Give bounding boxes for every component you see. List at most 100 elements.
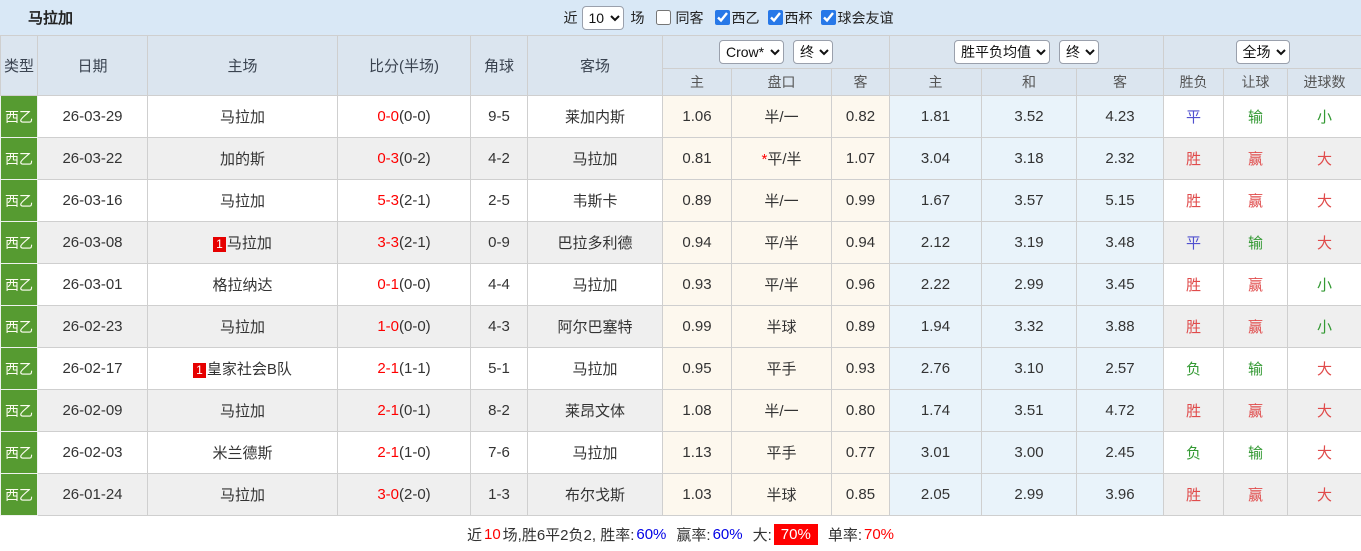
- avg-loss-cell: 4.72: [1075, 389, 1165, 432]
- corner-cell: 4-2: [470, 137, 528, 180]
- away-team-name[interactable]: 马拉加: [572, 445, 617, 462]
- away-team-cell: 布尔戈斯: [527, 473, 663, 516]
- avg-type-select[interactable]: 胜平负均值: [954, 40, 1050, 64]
- table-row: 西乙 26-02-23 马拉加 1-0(0-0) 4-3 阿尔巴塞特 0.99 …: [0, 305, 1361, 348]
- goals-cell: 小: [1287, 305, 1361, 348]
- sub-header-result: 胜负: [1163, 68, 1225, 96]
- home-team-name[interactable]: 马拉加: [220, 319, 265, 336]
- score-cell: 0-3(0-2): [337, 137, 471, 180]
- avg-win-cell: 2.76: [889, 347, 982, 390]
- sub-header-handicap: 盘口: [731, 68, 832, 96]
- league-type-cell: 西乙: [0, 347, 38, 390]
- handicap-cell: 平手: [731, 431, 832, 474]
- handicap-result-cell: 赢: [1223, 473, 1289, 516]
- avg-loss-cell: 3.48: [1075, 221, 1165, 264]
- home-team-name[interactable]: 马拉加: [220, 193, 265, 210]
- away-team-name[interactable]: 马拉加: [572, 361, 617, 378]
- corner-cell: 2-5: [470, 179, 528, 222]
- period-select[interactable]: 全场: [1235, 40, 1290, 64]
- away-team-name[interactable]: 马拉加: [572, 277, 617, 294]
- home-team-name[interactable]: 格拉纳达: [212, 277, 272, 294]
- odds-time-select[interactable]: 终: [793, 40, 833, 64]
- table-row: 西乙 26-03-08 1 马拉加 3-3(2-1) 0-9 巴拉多利德 0.94…: [0, 221, 1361, 264]
- league-checkbox[interactable]: [714, 10, 730, 25]
- avg-group-header: 胜平负均值 终: [888, 35, 1165, 69]
- result-cell: 胜: [1163, 263, 1225, 306]
- table-row: 西乙 26-03-29 马拉加 0-0(0-0) 9-5 莱加内斯 1.06 半…: [0, 95, 1361, 138]
- goals-cell: 大: [1287, 179, 1361, 222]
- sub-header-odds-home: 主: [662, 68, 732, 96]
- handicap-result-cell: 赢: [1223, 305, 1289, 348]
- avg-loss-cell: 3.88: [1075, 305, 1165, 348]
- avg-loss-cell: 2.57: [1075, 347, 1165, 390]
- friendly-label: 球会友谊: [837, 9, 894, 26]
- handicap-result-cell: 赢: [1223, 263, 1289, 306]
- recent-label: 近: [563, 9, 578, 26]
- goals-cell: 小: [1287, 95, 1361, 138]
- goals-cell: 大: [1287, 389, 1361, 432]
- sub-header-avg-win: 主: [889, 68, 982, 96]
- away-odds-cell: 0.96: [831, 263, 890, 306]
- goals-cell: 大: [1287, 137, 1361, 180]
- match-date-cell: 26-03-16: [37, 179, 148, 222]
- fulltime-score: 0-1: [377, 276, 399, 293]
- corner-cell: 8-2: [470, 389, 528, 432]
- home-team-name[interactable]: 皇家社会B队: [207, 361, 292, 378]
- handicap-cell: 半球: [731, 473, 832, 516]
- handicap-text: 平/半: [764, 235, 799, 252]
- avg-draw-cell: 3.51: [981, 389, 1077, 432]
- avg-time-select[interactable]: 终: [1059, 40, 1099, 64]
- away-team-name[interactable]: 阿尔巴塞特: [557, 319, 632, 336]
- avg-draw-cell: 3.52: [981, 95, 1077, 138]
- home-team-name[interactable]: 米兰德斯: [212, 445, 272, 462]
- home-team-name[interactable]: 马拉加: [220, 403, 265, 420]
- home-team-cell: 马拉加: [147, 179, 338, 222]
- away-team-name[interactable]: 莱加内斯: [565, 109, 625, 126]
- handicap-result-cell: 输: [1223, 347, 1289, 390]
- score-cell: 0-0(0-0): [337, 95, 471, 138]
- avg-draw-cell: 3.32: [981, 305, 1077, 348]
- home-odds-cell: 0.94: [662, 221, 732, 264]
- handicap-text: 半/一: [764, 109, 799, 126]
- match-date-cell: 26-03-22: [37, 137, 148, 180]
- home-team-name[interactable]: 马拉加: [227, 235, 272, 252]
- handicap-text: 平手: [766, 445, 797, 462]
- away-team-cell: 马拉加: [527, 263, 663, 306]
- away-team-name[interactable]: 巴拉多利德: [557, 235, 632, 252]
- away-team-name[interactable]: 韦斯卡: [572, 193, 617, 210]
- friendly-checkbox[interactable]: [820, 10, 836, 25]
- bookmaker-select[interactable]: Crow*: [719, 40, 784, 64]
- home-odds-cell: 1.13: [662, 431, 732, 474]
- home-team-name[interactable]: 马拉加: [220, 109, 265, 126]
- home-team-name[interactable]: 马拉加: [220, 487, 265, 504]
- goals-cell: 大: [1287, 473, 1361, 516]
- handicap-text: 平/半: [764, 277, 799, 294]
- avg-win-cell: 3.01: [889, 431, 982, 474]
- away-team-name[interactable]: 马拉加: [572, 151, 617, 168]
- table-row: 西乙 26-03-16 马拉加 5-3(2-1) 2-5 韦斯卡 0.89 半/…: [0, 179, 1361, 222]
- score-cell: 2-1(1-1): [337, 347, 471, 390]
- col-header-corner: 角球: [470, 35, 528, 96]
- goals-cell: 大: [1287, 221, 1361, 264]
- halftime-score: (0-1): [399, 402, 431, 419]
- away-team-name[interactable]: 布尔戈斯: [565, 487, 625, 504]
- away-odds-cell: 0.82: [831, 95, 890, 138]
- league-type-cell: 西乙: [0, 431, 38, 474]
- sub-header-handicap-result: 让球: [1223, 68, 1289, 96]
- summary-record: 场,胜6平2负2, 胜率:: [502, 526, 635, 544]
- home-odds-cell: 1.06: [662, 95, 732, 138]
- match-date-cell: 26-03-01: [37, 263, 148, 306]
- match-date-cell: 26-02-09: [37, 389, 148, 432]
- fulltime-score: 2-1: [377, 360, 399, 377]
- avg-loss-cell: 5.15: [1075, 179, 1165, 222]
- corner-cell: 5-1: [470, 347, 528, 390]
- recent-count-select[interactable]: 10: [581, 5, 624, 30]
- fulltime-score: 5-3: [377, 192, 399, 209]
- cup-checkbox[interactable]: [767, 10, 783, 25]
- away-team-name[interactable]: 莱昂文体: [565, 403, 625, 420]
- match-date-cell: 26-02-23: [37, 305, 148, 348]
- handicap-result-cell: 输: [1223, 95, 1289, 138]
- same-away-checkbox[interactable]: [655, 10, 671, 25]
- home-rank-badge: 1: [213, 237, 226, 252]
- home-team-name[interactable]: 加的斯: [220, 151, 265, 168]
